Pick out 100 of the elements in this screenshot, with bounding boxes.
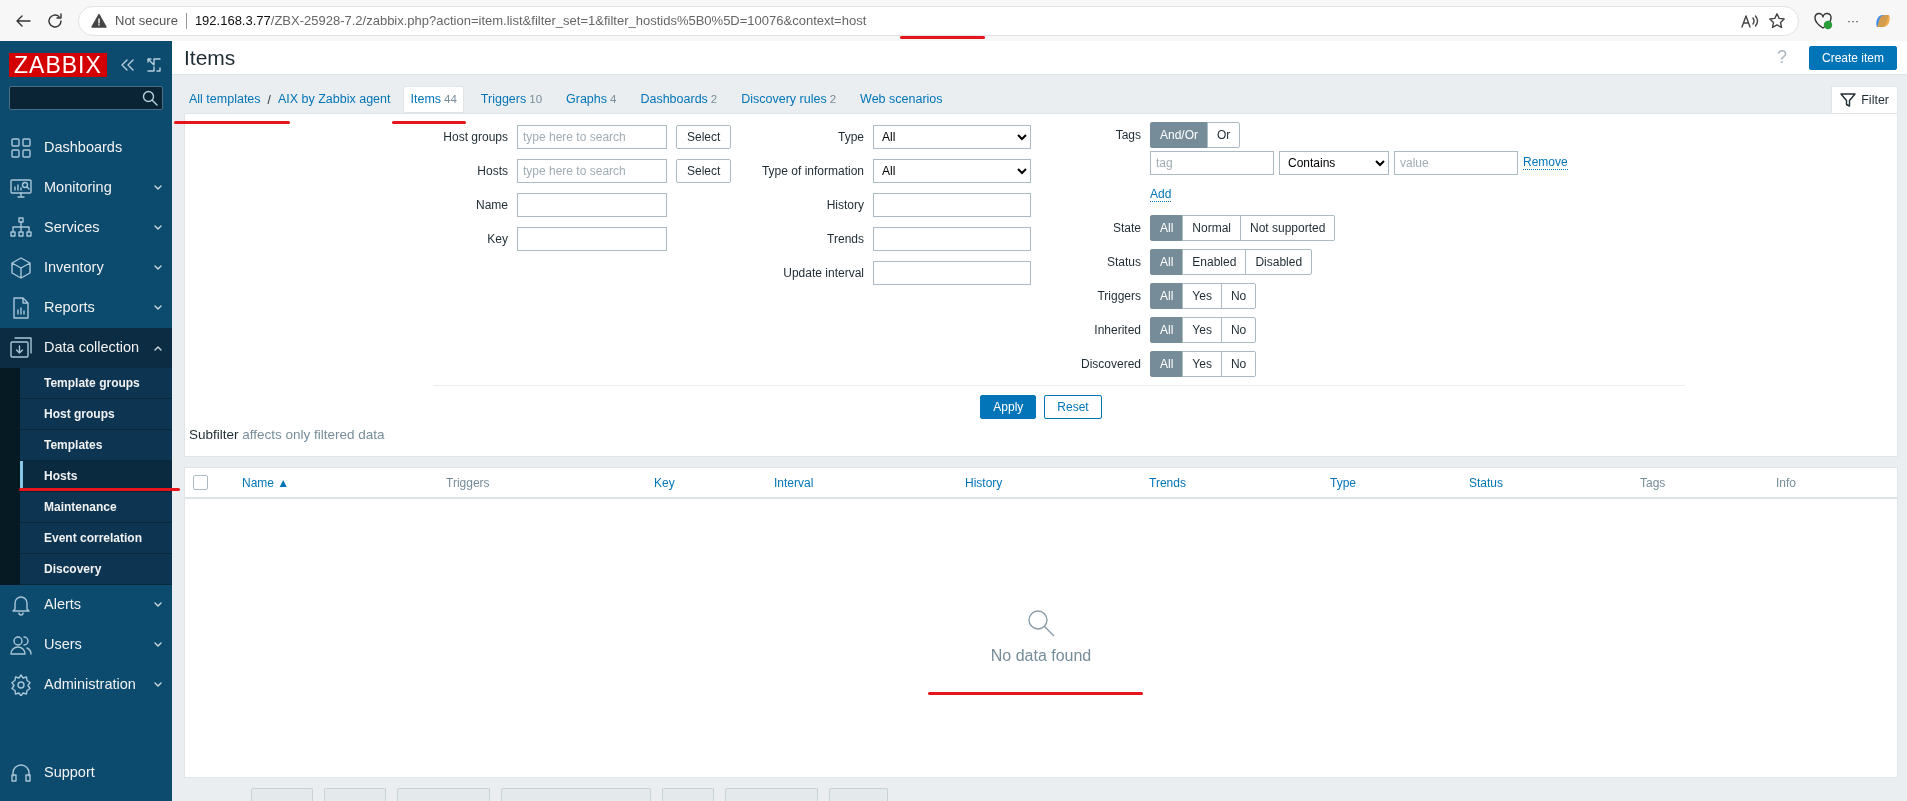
submenu-item[interactable]: Maintenance (20, 492, 172, 523)
menu-item[interactable]: Inventory (0, 248, 172, 288)
button-edge[interactable] (324, 788, 386, 801)
submenu-item[interactable]: Template groups (20, 368, 172, 399)
add-link[interactable]: Add (1150, 186, 1172, 202)
input-field[interactable] (873, 227, 1031, 251)
button-edge[interactable] (397, 788, 490, 801)
dropdown[interactable]: All (873, 159, 1031, 183)
menu-item[interactable]: Support (44, 762, 162, 784)
favorite-star-icon[interactable] (1768, 11, 1786, 30)
menu-item[interactable]: Users (0, 625, 172, 665)
kiosk-mode-icon[interactable] (146, 58, 161, 72)
filter-tab[interactable]: Filter (1831, 86, 1898, 113)
reload-icon[interactable] (46, 11, 64, 30)
toggle-option[interactable]: No (1220, 351, 1257, 377)
field-label: Update interval (782, 265, 864, 282)
remove-link[interactable]: Remove (1523, 155, 1568, 170)
caret-down-icon (154, 185, 162, 191)
button-edge[interactable] (662, 788, 714, 801)
menu-item[interactable]: Administration (0, 665, 172, 705)
heart-pulse-icon[interactable] (1813, 11, 1833, 30)
tab[interactable]: Graphs 4 (559, 86, 624, 113)
caret-down-icon (154, 602, 162, 608)
menu-item[interactable]: Data collection (0, 328, 172, 368)
submenu-item[interactable]: Event correlation (20, 523, 172, 554)
tab[interactable]: Items 44 (403, 86, 464, 113)
tab[interactable]: Web scenarios (853, 86, 950, 113)
dropdown[interactable]: All (873, 125, 1031, 149)
value-field[interactable]: value (1394, 150, 1518, 175)
checkbox[interactable] (193, 475, 208, 490)
column-header[interactable]: Trends (1149, 473, 1330, 492)
reset-button[interactable]: Reset (1044, 395, 1102, 419)
field-label: Discovered (1079, 356, 1141, 373)
search-field[interactable]: type here to search (517, 159, 667, 183)
toggle-option[interactable]: Yes (1182, 351, 1222, 377)
filter-icon (1840, 92, 1857, 108)
toggle-option[interactable]: Or (1207, 121, 1241, 148)
field-label: Type of information (760, 163, 864, 180)
column-header[interactable]: Key (654, 473, 774, 492)
menu-item[interactable]: Services (0, 208, 172, 248)
menu-item[interactable]: Reports (0, 288, 172, 328)
toggle-option[interactable]: Yes (1182, 317, 1222, 343)
grid-icon (10, 137, 32, 159)
toggle-option[interactable]: Not supported (1240, 215, 1336, 241)
field-label: Key (486, 231, 508, 248)
submenu-item[interactable]: Host groups (20, 399, 172, 430)
column-header: Info (1776, 474, 1797, 492)
breadcrumb-link[interactable]: All templates (184, 90, 266, 109)
tab[interactable]: Triggers 10 (473, 86, 550, 113)
create-item-button[interactable]: Create item (1808, 45, 1897, 70)
operator-dropdown[interactable]: Contains (1279, 150, 1389, 175)
users-icon (10, 634, 32, 656)
breadcrumb-link[interactable]: AIX by Zabbix agent (272, 90, 396, 109)
apply-button[interactable]: Apply (980, 395, 1037, 419)
input-field[interactable] (517, 193, 667, 217)
caret-down-icon (154, 642, 162, 648)
button-edge[interactable] (725, 788, 818, 801)
column-header[interactable]: History (965, 473, 1149, 492)
submenu-item[interactable]: Discovery (20, 554, 172, 585)
submenu-item[interactable]: Hosts (20, 461, 172, 492)
toggle-option[interactable]: Normal (1182, 215, 1241, 241)
column-header[interactable]: Interval (774, 473, 965, 492)
submenu-item[interactable]: Templates (20, 430, 172, 461)
logo[interactable]: ZABBIX (9, 53, 107, 77)
input-field[interactable] (517, 227, 667, 251)
more-menu[interactable]: ··· (1847, 11, 1859, 30)
toggle-option[interactable]: No (1220, 283, 1257, 309)
subfilter-caption: Subfilter affects only filtered data (189, 426, 386, 444)
search-field[interactable] (9, 86, 163, 110)
read-aloud-icon[interactable] (1740, 12, 1760, 29)
search-icon (142, 90, 158, 106)
tag-field[interactable]: tag (1150, 150, 1274, 175)
column-header[interactable]: Type (1330, 473, 1469, 492)
input-field[interactable] (873, 193, 1031, 217)
column-header[interactable]: Name ▲ (242, 473, 446, 492)
caret-down-icon (154, 682, 162, 688)
select-button[interactable]: Select (676, 159, 732, 183)
button-edge[interactable] (501, 788, 651, 801)
field-label: Hosts (476, 163, 508, 180)
toggle-option[interactable]: Enabled (1182, 249, 1247, 275)
input-field[interactable] (873, 261, 1031, 285)
select-button[interactable]: Select (676, 125, 732, 149)
headset-icon[interactable] (10, 762, 32, 784)
toggle-option[interactable]: No (1220, 317, 1257, 343)
menu-item[interactable]: Monitoring (0, 168, 172, 208)
caret-down-icon (154, 265, 162, 271)
tab[interactable]: Discovery rules 2 (734, 86, 844, 113)
download-box-icon (10, 337, 32, 359)
security-label: Not secure (115, 11, 178, 30)
toggle-option[interactable]: Disabled (1245, 249, 1313, 275)
button-edge[interactable] (251, 788, 313, 801)
caret-down-icon (154, 305, 162, 311)
menu-item[interactable]: Alerts (0, 585, 172, 625)
toggle-option[interactable]: Yes (1182, 283, 1222, 309)
tab[interactable]: Dashboards 2 (633, 86, 725, 113)
address-bar[interactable]: Not secure 192.168.3.77/ZBX-25928-7.2/zabbix.php?action=item.list&filter_set=1&filter_hostids%5B0%5D=10076&context=host (78, 5, 1799, 36)
menu-item[interactable]: Dashboards (0, 128, 172, 168)
search-field[interactable]: type here to search (517, 125, 667, 149)
button-edge[interactable] (829, 788, 888, 801)
column-header[interactable]: Status (1469, 473, 1640, 492)
